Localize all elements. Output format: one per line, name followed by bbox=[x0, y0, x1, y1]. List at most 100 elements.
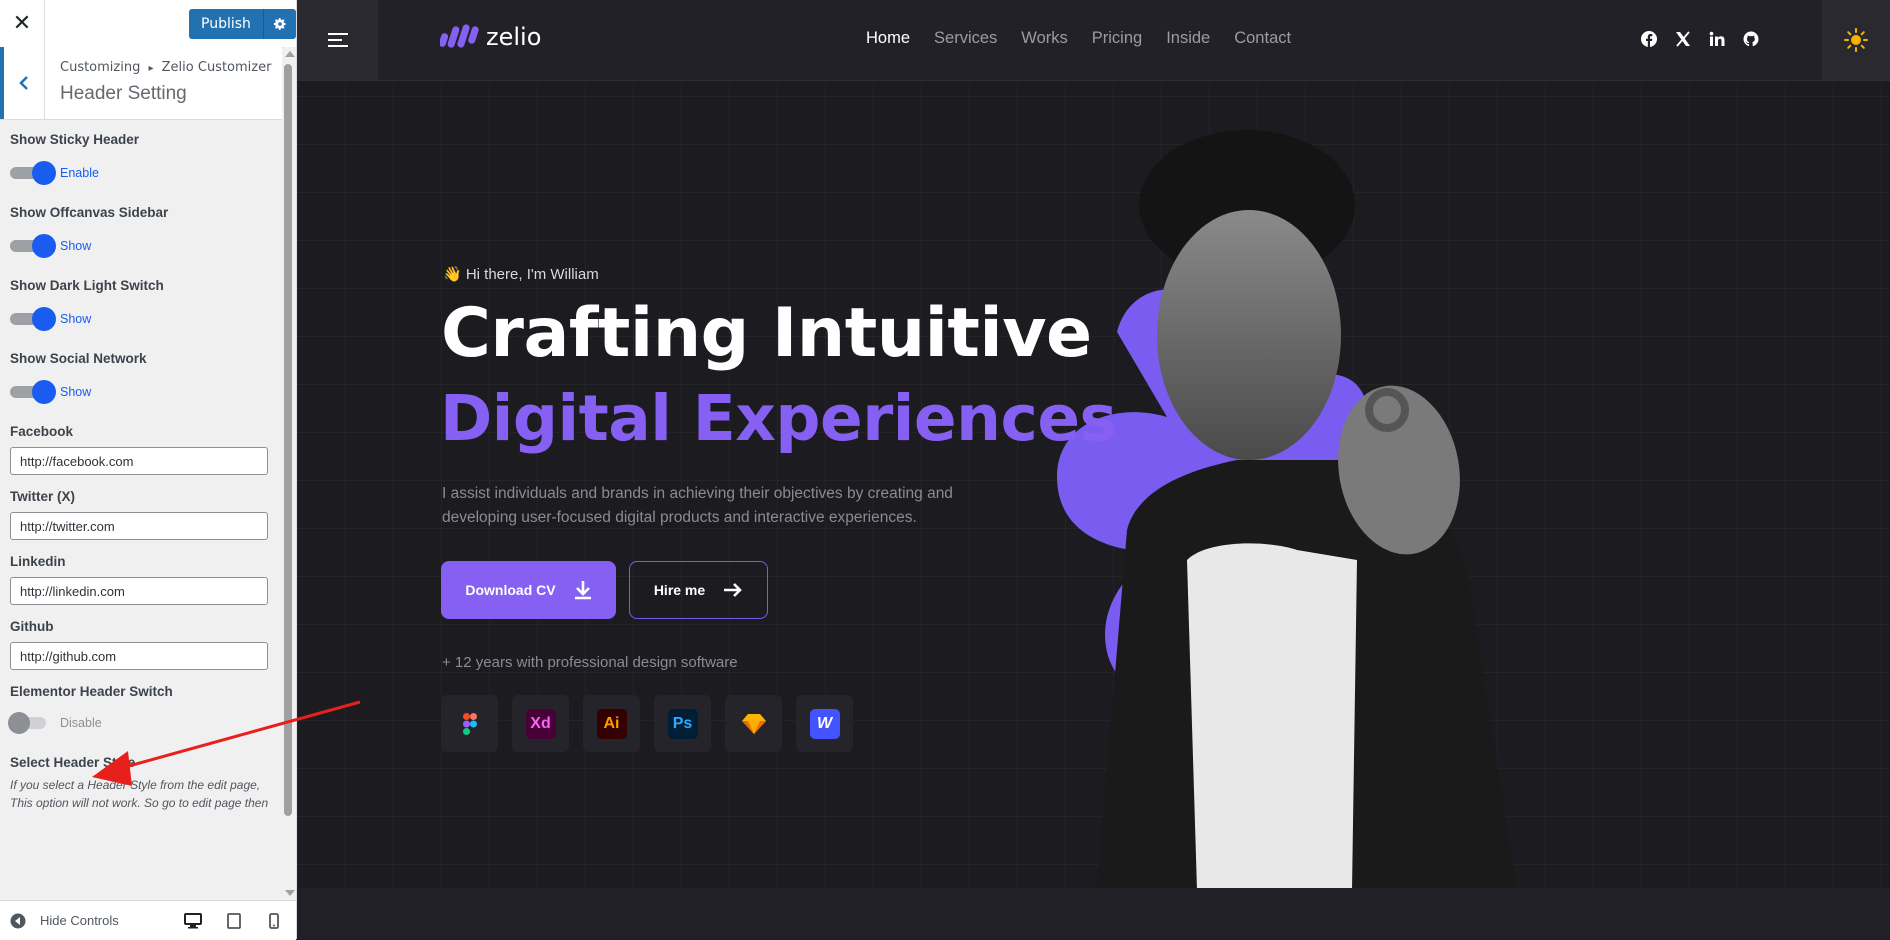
sketch-icon bbox=[741, 713, 766, 734]
figma-icon bbox=[462, 712, 477, 735]
control-twitter: Twitter (X) http://twitter.com bbox=[10, 489, 272, 540]
webflow-icon: W bbox=[809, 708, 840, 739]
section-header: Customizing ▸ Zelio Customizer Header Se… bbox=[0, 47, 282, 120]
arrow-right-icon bbox=[724, 583, 743, 597]
control-label: Twitter (X) bbox=[10, 489, 75, 504]
site-preview: zelio Home Services Works Pricing Inside… bbox=[297, 0, 1890, 939]
logo-mark-icon bbox=[440, 24, 479, 48]
hero-illustration bbox=[1057, 130, 1517, 890]
customizer-footer: Hide Controls bbox=[0, 900, 296, 940]
hero-title-line1: Crafting Intuitive bbox=[441, 294, 1092, 373]
control-facebook: Facebook http://facebook.com bbox=[10, 424, 272, 475]
github-url-input[interactable]: http://github.com bbox=[10, 642, 268, 670]
toggle-state: Disable bbox=[60, 716, 102, 730]
control-label: Elementor Header Switch bbox=[10, 684, 173, 699]
nav-item-works[interactable]: Works bbox=[1021, 29, 1067, 48]
publish-button[interactable]: Publish bbox=[189, 9, 264, 39]
collapse-icon bbox=[10, 913, 26, 928]
tool-photoshop: Ps bbox=[654, 695, 711, 752]
control-dark-light-switch: Show Dark Light Switch Show bbox=[10, 278, 272, 331]
controls-list: Show Sticky Header Enable Show Offcanvas… bbox=[8, 132, 272, 816]
scroll-up-arrow-icon[interactable] bbox=[285, 51, 295, 57]
portrait-head bbox=[1157, 210, 1341, 460]
x-icon[interactable] bbox=[1674, 30, 1692, 48]
adobe-xd-icon: Xd bbox=[525, 708, 556, 739]
control-offcanvas-sidebar: Show Offcanvas Sidebar Show bbox=[10, 205, 272, 258]
facebook-icon[interactable] bbox=[1640, 30, 1658, 48]
hide-controls-label: Hide Controls bbox=[40, 913, 119, 928]
facebook-url-input[interactable]: http://facebook.com bbox=[10, 447, 268, 475]
breadcrumb-separator: ▸ bbox=[148, 63, 154, 74]
download-cv-label: Download CV bbox=[465, 582, 556, 598]
toggle-state: Enable bbox=[60, 166, 99, 180]
scroll-down-arrow-icon[interactable] bbox=[285, 890, 295, 896]
portrait-shirt bbox=[1187, 543, 1357, 890]
hero-lead: I assist individuals and brands in achie… bbox=[442, 485, 953, 526]
control-linkedin: Linkedin http://linkedin.com bbox=[10, 554, 272, 605]
publish-group: Publish bbox=[189, 9, 296, 39]
breadcrumb-parent: Zelio Customizer bbox=[161, 60, 272, 75]
elementor-header-toggle[interactable] bbox=[8, 712, 46, 734]
chevron-left-icon bbox=[19, 76, 28, 90]
sticky-header-toggle[interactable] bbox=[10, 161, 56, 185]
publish-settings-button[interactable] bbox=[263, 9, 296, 39]
control-github: Github http://github.com bbox=[10, 619, 272, 670]
tablet-preview-icon[interactable] bbox=[227, 913, 241, 929]
illustrator-icon: Ai bbox=[596, 708, 627, 739]
nav-item-contact[interactable]: Contact bbox=[1234, 29, 1291, 48]
nav-item-inside[interactable]: Inside bbox=[1166, 29, 1210, 48]
hero-title-line2: Digital Experiences bbox=[440, 382, 1117, 455]
tool-webflow: W bbox=[796, 695, 853, 752]
control-label: Show Sticky Header bbox=[10, 132, 140, 147]
toggle-state: Show bbox=[60, 312, 92, 326]
control-label: Github bbox=[10, 619, 54, 634]
download-cv-button[interactable]: Download CV bbox=[441, 561, 616, 619]
section-title: Header Setting bbox=[60, 83, 187, 104]
offcanvas-toggle[interactable] bbox=[10, 234, 56, 258]
mobile-preview-icon[interactable] bbox=[269, 913, 279, 929]
twitter-url-input[interactable]: http://twitter.com bbox=[10, 512, 268, 540]
close-customizer-button[interactable]: ✕ bbox=[0, 0, 45, 47]
linkedin-url-input[interactable]: http://linkedin.com bbox=[10, 577, 268, 605]
control-label: Show Dark Light Switch bbox=[10, 278, 164, 293]
dark-light-toggle[interactable] bbox=[10, 307, 56, 331]
control-label: Show Social Network bbox=[10, 351, 147, 366]
close-icon: ✕ bbox=[12, 11, 32, 36]
hamburger-icon bbox=[327, 33, 348, 47]
back-button[interactable] bbox=[0, 47, 45, 119]
github-icon[interactable] bbox=[1742, 30, 1760, 48]
nav-item-services[interactable]: Services bbox=[934, 29, 997, 48]
customizer-header: ✕ Publish bbox=[0, 0, 296, 48]
sun-icon bbox=[1844, 28, 1868, 52]
site-logo[interactable]: zelio bbox=[440, 23, 541, 51]
main-nav: Home Services Works Pricing Inside Conta… bbox=[866, 29, 1291, 48]
linkedin-icon[interactable] bbox=[1708, 30, 1726, 48]
experience-text: + 12 years with professional design soft… bbox=[442, 654, 738, 671]
site-header: zelio Home Services Works Pricing Inside… bbox=[297, 0, 1890, 81]
nav-item-home[interactable]: Home bbox=[866, 29, 910, 48]
control-social-network: Show Social Network Show bbox=[10, 351, 272, 404]
download-icon bbox=[574, 581, 591, 600]
theme-switch-button[interactable] bbox=[1822, 0, 1890, 80]
scrollbar-thumb[interactable] bbox=[284, 64, 292, 816]
menu-toggle-button[interactable] bbox=[297, 0, 378, 80]
tool-illustrator: Ai bbox=[583, 695, 640, 752]
control-sticky-header: Show Sticky Header Enable bbox=[10, 132, 272, 185]
control-label: Show Offcanvas Sidebar bbox=[10, 205, 169, 220]
control-elementor-header: Elementor Header Switch Disable bbox=[8, 684, 272, 735]
photoshop-icon: Ps bbox=[667, 708, 698, 739]
hide-controls-button[interactable]: Hide Controls bbox=[10, 901, 119, 940]
control-label: Facebook bbox=[10, 424, 74, 439]
customizer-panel: ✕ Publish Customizing ▸ Zelio Customizer… bbox=[0, 0, 297, 940]
nav-item-pricing[interactable]: Pricing bbox=[1092, 29, 1142, 48]
toggle-state: Show bbox=[60, 239, 92, 253]
desktop-preview-icon[interactable] bbox=[184, 913, 202, 929]
tools-list: Xd Ai Ps W bbox=[441, 695, 853, 752]
social-network-toggle[interactable] bbox=[10, 380, 56, 404]
logo-text: zelio bbox=[486, 23, 542, 51]
hire-me-button[interactable]: Hire me bbox=[629, 561, 768, 619]
control-label: Linkedin bbox=[10, 554, 66, 569]
social-links bbox=[1640, 30, 1760, 48]
tool-figma bbox=[441, 695, 498, 752]
tool-sketch bbox=[725, 695, 782, 752]
